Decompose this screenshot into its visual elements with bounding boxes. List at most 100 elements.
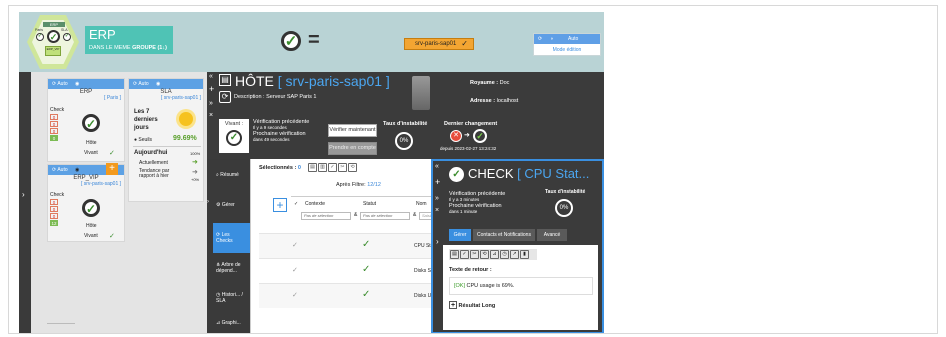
count-ok[interactable]: 12 bbox=[50, 220, 58, 226]
count-critical[interactable]: 0 bbox=[50, 114, 58, 120]
tab-dependency-tree[interactable]: ⋔ Arbre de dépend... bbox=[213, 253, 250, 283]
table-row[interactable]: ✓ ✓ CPU Stats bbox=[259, 233, 437, 258]
select-none-icon[interactable]: ▥ bbox=[318, 163, 327, 172]
selected-label: Sélectionnés : bbox=[259, 165, 298, 171]
collapse-icon[interactable]: « bbox=[209, 73, 213, 80]
royaume-label: Royaume : bbox=[470, 80, 499, 86]
mode-edition-button[interactable]: Mode édition bbox=[534, 46, 600, 55]
status-check-icon: ✓ bbox=[109, 150, 115, 157]
close-icon[interactable]: × bbox=[435, 207, 439, 214]
add-check-button[interactable]: + bbox=[273, 198, 287, 212]
tab-checks[interactable]: ⟳ Les Checks bbox=[213, 223, 250, 253]
widget-vip-status: Vivant bbox=[84, 233, 98, 239]
row-select-icon[interactable]: ✓ bbox=[292, 266, 298, 274]
widget-erp-ok-icon: ✓ bbox=[82, 114, 100, 132]
clock-icon[interactable]: ◷ bbox=[500, 250, 509, 259]
eye-icon[interactable]: ◉ bbox=[75, 81, 79, 87]
pin-icon[interactable]: + bbox=[209, 84, 214, 94]
check-icon[interactable]: ✓ bbox=[328, 163, 337, 172]
auto-refresh-bar[interactable]: ⟳ ◑ Auto bbox=[534, 34, 600, 44]
expand-tabs-icon[interactable]: › bbox=[207, 199, 209, 205]
close-icon[interactable]: × bbox=[209, 112, 213, 119]
count-warning[interactable]: 0 bbox=[50, 121, 58, 127]
count-unknown[interactable]: 0 bbox=[50, 128, 58, 134]
graph-icon[interactable]: ⊿ bbox=[490, 250, 499, 259]
table-row[interactable]: ✓ ✓ Disks Usa... bbox=[259, 283, 441, 308]
arrow-right-icon: ➜ bbox=[192, 159, 198, 166]
vivant-box: Vivant : ✓ bbox=[219, 119, 249, 153]
header-check-icon[interactable]: ✓ bbox=[294, 201, 298, 207]
left-collapse-bar[interactable]: › bbox=[19, 72, 31, 333]
check-instability-value: 0% bbox=[555, 199, 573, 217]
instability-value: 0% bbox=[395, 132, 413, 150]
subtab-avance[interactable]: Avancé bbox=[537, 229, 567, 241]
refresh-icon[interactable]: ⟳ bbox=[133, 81, 137, 87]
schedule-icon[interactable]: ▤ bbox=[450, 250, 459, 259]
filter-statut-select[interactable]: Pas de sélection bbox=[360, 212, 410, 220]
collapse-icon[interactable]: « bbox=[435, 163, 439, 170]
subtab-gerer[interactable]: Gérer bbox=[449, 229, 471, 241]
col-nom[interactable]: Nom bbox=[416, 201, 427, 207]
expand-icon[interactable]: » bbox=[435, 195, 439, 202]
tab-graphs-label: Graphi... bbox=[221, 320, 241, 326]
expand-side-icon[interactable]: › bbox=[436, 237, 439, 246]
count-warning[interactable]: 0 bbox=[50, 206, 58, 212]
gear-icon: ⚙ bbox=[216, 202, 221, 208]
widget-vip-check-label: Check bbox=[50, 192, 65, 198]
row-select-icon[interactable]: ✓ bbox=[292, 291, 298, 299]
widget-sla[interactable]: ⟳ Auto ◉ SLA [ srv-paris-sap01 ] Les 7 d… bbox=[128, 78, 204, 202]
host-refresh-icon[interactable]: ⟳ bbox=[219, 91, 231, 103]
count-critical[interactable]: 0 bbox=[50, 199, 58, 205]
widget-erp-vip[interactable]: ⟳ Auto ◉ + ERP_VIP [ srv-paris-sap01 ] Ch… bbox=[47, 163, 125, 242]
equals-sign: = bbox=[308, 29, 320, 51]
expand-left-icon[interactable]: › bbox=[22, 190, 25, 199]
pin-icon[interactable]: + bbox=[435, 177, 440, 187]
hex-top-label: ERP bbox=[43, 22, 65, 27]
subtab-contacts[interactable]: Contacts et Notifications bbox=[473, 229, 535, 241]
hex-label-sla: SLA bbox=[61, 28, 68, 32]
table-row[interactable]: ✓ ✓ Disks Stats bbox=[259, 258, 439, 283]
tab-graphs[interactable]: ⊿ Graphi... bbox=[213, 311, 250, 333]
tab-history-sla[interactable]: ◷ Histori... / SLA bbox=[213, 283, 250, 313]
filter-context-select[interactable]: Pas de sélection bbox=[301, 212, 351, 220]
check-manage-area: ▤ ✓ ✂ ⟲ ⊿ ◷ ↗ ▮ Texte de retour : [OK] CPU usag… bbox=[443, 245, 598, 330]
eye-icon[interactable]: ◉ bbox=[156, 81, 160, 87]
tools-icon[interactable]: ✂ bbox=[338, 163, 347, 172]
count-unknown[interactable]: 0 bbox=[50, 213, 58, 219]
refresh-icon[interactable]: ⟳ bbox=[52, 81, 56, 87]
verify-now-button[interactable]: Vérifier maintenant bbox=[328, 124, 377, 137]
select-all-icon[interactable]: ▤ bbox=[308, 163, 317, 172]
tools-icon[interactable]: ✂ bbox=[470, 250, 479, 259]
reload-icon[interactable]: ⟲ bbox=[348, 163, 357, 172]
add-icon[interactable]: + bbox=[106, 163, 118, 175]
refresh-icon[interactable]: ⟳ bbox=[538, 34, 542, 44]
widget-erp-counts: 0 0 0 0 bbox=[50, 114, 58, 142]
refresh-icon[interactable]: ⟳ bbox=[52, 167, 56, 173]
server-icon bbox=[412, 76, 430, 110]
host-pill[interactable]: srv-paris-sap01 ✓ bbox=[404, 38, 474, 50]
col-contexte[interactable]: Contexte bbox=[305, 201, 325, 207]
long-result-toggle[interactable]: + Résultat Long bbox=[449, 301, 495, 309]
bulk-actions: ▤ ▥ ✓ ✂ ⟲ bbox=[308, 163, 358, 172]
expand-long-icon[interactable]: + bbox=[449, 301, 457, 309]
tab-gerer[interactable]: ⚙ Gérer bbox=[213, 193, 250, 223]
count-ok[interactable]: 0 bbox=[50, 135, 58, 141]
check-icon[interactable]: ✓ bbox=[460, 250, 469, 259]
expand-icon[interactable]: » bbox=[209, 100, 213, 107]
bars-icon[interactable]: ▮ bbox=[520, 250, 529, 259]
eye-icon[interactable]: ◉ bbox=[75, 167, 79, 173]
widget-erp-subtitle: [ Paris ] bbox=[104, 95, 121, 101]
tab-resume[interactable]: ⌕ Résumé bbox=[213, 163, 250, 193]
group-title-box[interactable]: ERP DANS LE MEME GROUPE (1↓) bbox=[85, 26, 173, 54]
vertical-tabs: ⌕ Résumé ⚙ Gérer ⟳ Les Checks ⋔ Arbre de… bbox=[213, 159, 250, 333]
external-link-icon[interactable]: ↗ bbox=[510, 250, 519, 259]
after-filter-label: Après Filtre: bbox=[336, 182, 368, 188]
col-statut[interactable]: Statut bbox=[363, 201, 376, 207]
check-title: CHECK [ CPU Stat... bbox=[468, 166, 589, 181]
reload-icon[interactable]: ⟲ bbox=[480, 250, 489, 259]
timer-icon[interactable]: ◑ bbox=[550, 34, 553, 44]
acknowledge-button[interactable]: Prendre en compte bbox=[328, 142, 377, 155]
adresse-label: Adresse : bbox=[470, 98, 496, 104]
row-select-icon[interactable]: ✓ bbox=[292, 241, 298, 249]
widget-erp[interactable]: ⟳ Auto ◉ ERP [ Paris ] Check 0 0 0 0 ✓ H… bbox=[47, 78, 125, 162]
